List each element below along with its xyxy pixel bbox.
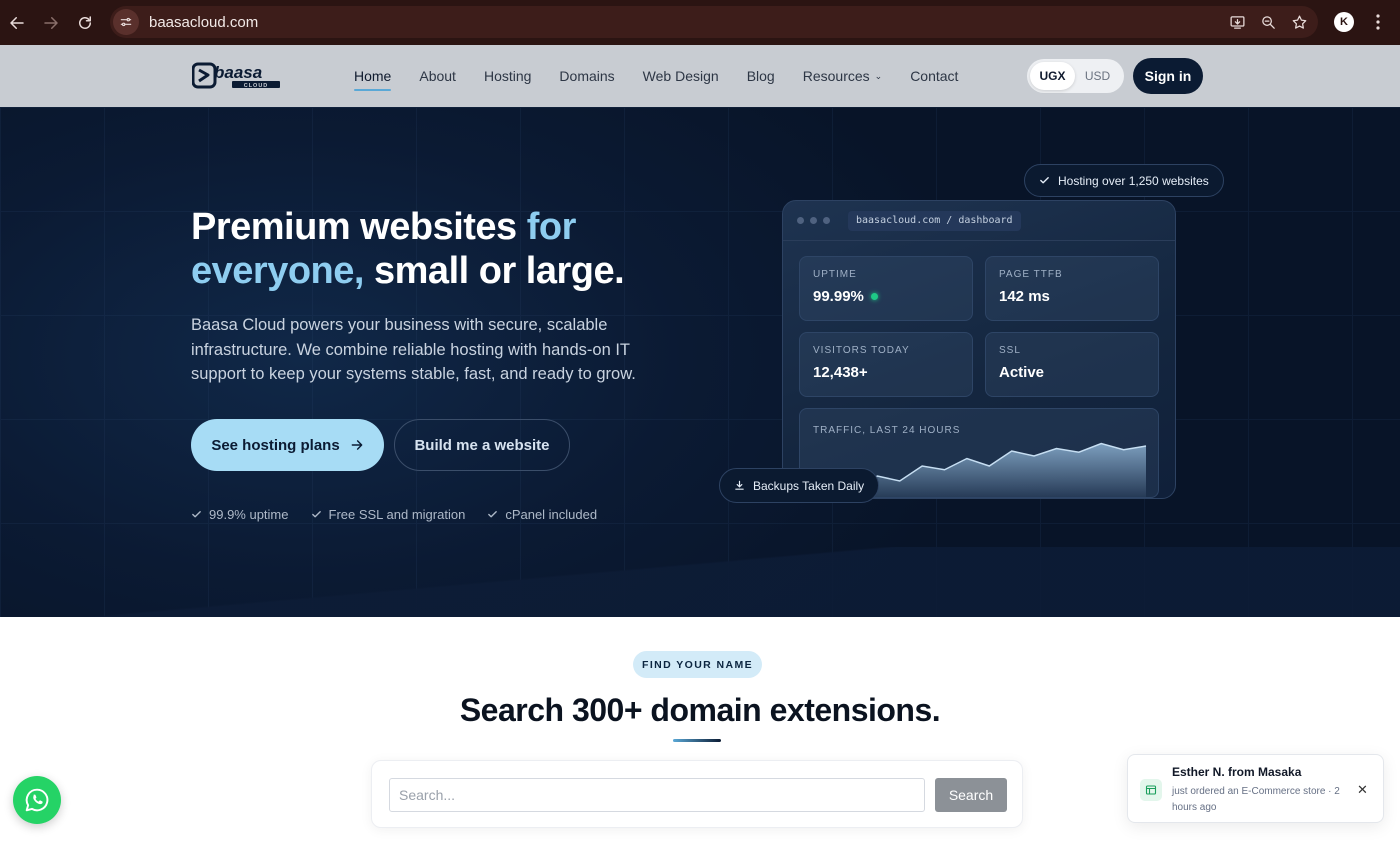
arrow-right-icon — [351, 440, 363, 450]
order-notification-toast: Esther N. from Masaka just ordered an E-… — [1127, 754, 1384, 823]
window-dot — [823, 217, 830, 224]
traffic-label: TRAFFIC, LAST 24 HOURS — [813, 425, 961, 436]
whatsapp-icon — [25, 788, 49, 812]
signin-button[interactable]: Sign in — [1133, 58, 1203, 94]
hero-section: Premium websites for everyone, small or … — [0, 107, 1400, 617]
stat-label: UPTIME — [813, 269, 857, 280]
hero-subtitle: Baasa Cloud powers your business with se… — [191, 316, 636, 383]
stat-label: SSL — [999, 345, 1021, 356]
browser-menu-icon[interactable] — [1368, 12, 1388, 32]
nav-resources-label: Resources — [802, 68, 870, 84]
toast-customer-name: Esther N. from Masaka — [1172, 765, 1302, 779]
feature-label: cPanel included — [505, 507, 598, 522]
install-app-icon[interactable] — [1229, 14, 1246, 31]
see-hosting-plans-button[interactable]: See hosting plans — [191, 419, 384, 471]
arrow-left-icon — [10, 16, 24, 29]
whatsapp-button[interactable] — [13, 776, 61, 824]
back-button[interactable] — [0, 6, 34, 40]
zoom-icon[interactable] — [1260, 14, 1277, 31]
feature-item: 99.9% uptime — [191, 507, 289, 522]
nav-blog[interactable]: Blog — [747, 45, 775, 107]
dashboard-preview: baasacloud.com / dashboard UPTIME 99.99%… — [782, 200, 1176, 499]
domain-search-button[interactable]: Search — [935, 778, 1007, 812]
check-icon — [311, 511, 321, 518]
address-bar[interactable]: baasacloud.com — [110, 6, 1318, 38]
traffic-area — [855, 443, 1146, 497]
logo-subtext: CLOUD — [244, 83, 269, 89]
stat-ttfb: PAGE TTFB 142 ms — [985, 256, 1159, 321]
feature-label: 99.9% uptime — [209, 507, 289, 522]
main-nav: Home About Hosting Domains Web Design Bl… — [354, 45, 958, 107]
reload-icon — [79, 15, 91, 29]
build-website-button[interactable]: Build me a website — [394, 419, 570, 471]
status-online-icon — [870, 293, 878, 300]
hero-title-part2: small or large. — [363, 250, 625, 292]
hero-title: Premium websites for everyone, small or … — [191, 205, 691, 293]
dashboard-titlebar: baasacloud.com / dashboard — [783, 201, 1175, 241]
stat-ssl: SSL Active — [985, 332, 1159, 397]
nav-domains[interactable]: Domains — [559, 45, 614, 107]
nav-about[interactable]: About — [419, 45, 456, 107]
feature-item: Free SSL and migration — [311, 507, 466, 522]
backups-badge: Backups Taken Daily — [719, 468, 880, 503]
domain-search-card: Search — [371, 760, 1023, 828]
toast-message: just ordered an E-Commerce store · 2 hou… — [1172, 786, 1340, 813]
nav-resources[interactable]: Resources ⌄ — [803, 45, 882, 107]
stat-label: PAGE TTFB — [999, 269, 1063, 280]
currency-usd[interactable]: USD — [1075, 62, 1120, 90]
check-icon — [1040, 177, 1049, 184]
download-icon — [735, 480, 744, 490]
store-icon — [1140, 779, 1162, 801]
stat-value: Active — [999, 364, 1045, 381]
site-settings-icon[interactable] — [113, 9, 139, 35]
find-your-name-pill: FIND YOUR NAME — [633, 651, 762, 678]
close-icon[interactable]: ✕ — [1357, 782, 1368, 798]
nav-web-design[interactable]: Web Design — [643, 45, 719, 107]
see-hosting-plans-label: See hosting plans — [211, 436, 340, 454]
backups-label: Backups Taken Daily — [753, 478, 865, 493]
nav-home[interactable]: Home — [354, 45, 392, 107]
domain-search-input[interactable] — [389, 778, 925, 812]
arrow-right-icon — [44, 16, 58, 29]
url-text: baasacloud.com — [149, 13, 259, 31]
nav-hosting[interactable]: Hosting — [484, 45, 531, 107]
websites-hosted-label: Hosting over 1,250 websites — [1058, 173, 1209, 188]
forward-button[interactable] — [34, 6, 68, 40]
stat-value: 99.99% — [813, 288, 959, 305]
window-dot — [797, 217, 804, 224]
uptime-value: 99.99% — [813, 288, 864, 305]
currency-ugx[interactable]: UGX — [1030, 62, 1075, 90]
feature-item: cPanel included — [487, 507, 597, 522]
domain-section-title: Search 300+ domain extensions. — [459, 692, 941, 728]
hero-features: 99.9% uptime Free SSL and migration cPan… — [191, 507, 597, 522]
stat-value: 12,438+ — [813, 364, 868, 381]
dashboard-url: baasacloud.com / dashboard — [848, 210, 1021, 231]
feature-label: Free SSL and migration — [328, 507, 466, 522]
window-dot — [810, 217, 817, 224]
stat-value: 142 ms — [999, 288, 1050, 305]
site-header: baasa CLOUD Home About Hosting Domains W… — [0, 45, 1400, 107]
stat-uptime: UPTIME 99.99% — [799, 256, 973, 321]
logo-text: baasa — [214, 63, 262, 82]
websites-hosted-badge: Hosting over 1,250 websites — [1024, 164, 1224, 197]
browser-toolbar: baasacloud.com K — [0, 0, 1400, 45]
hero-floor-shape — [0, 547, 1400, 617]
reload-button[interactable] — [68, 6, 102, 40]
title-underline — [673, 739, 721, 742]
stat-label: VISITORS TODAY — [813, 345, 910, 356]
currency-toggle: UGX USD — [1027, 59, 1124, 93]
check-icon — [488, 511, 498, 518]
stat-visitors: VISITORS TODAY 12,438+ — [799, 332, 973, 397]
chevron-down-icon: ⌄ — [874, 70, 883, 81]
baasa-cloud-logo[interactable]: baasa CLOUD — [191, 62, 282, 90]
nav-contact[interactable]: Contact — [910, 45, 958, 107]
check-icon — [192, 511, 201, 518]
bookmark-star-icon[interactable] — [1291, 14, 1308, 31]
profile-avatar[interactable]: K — [1334, 12, 1354, 32]
hero-title-part1: Premium websites — [191, 206, 527, 248]
